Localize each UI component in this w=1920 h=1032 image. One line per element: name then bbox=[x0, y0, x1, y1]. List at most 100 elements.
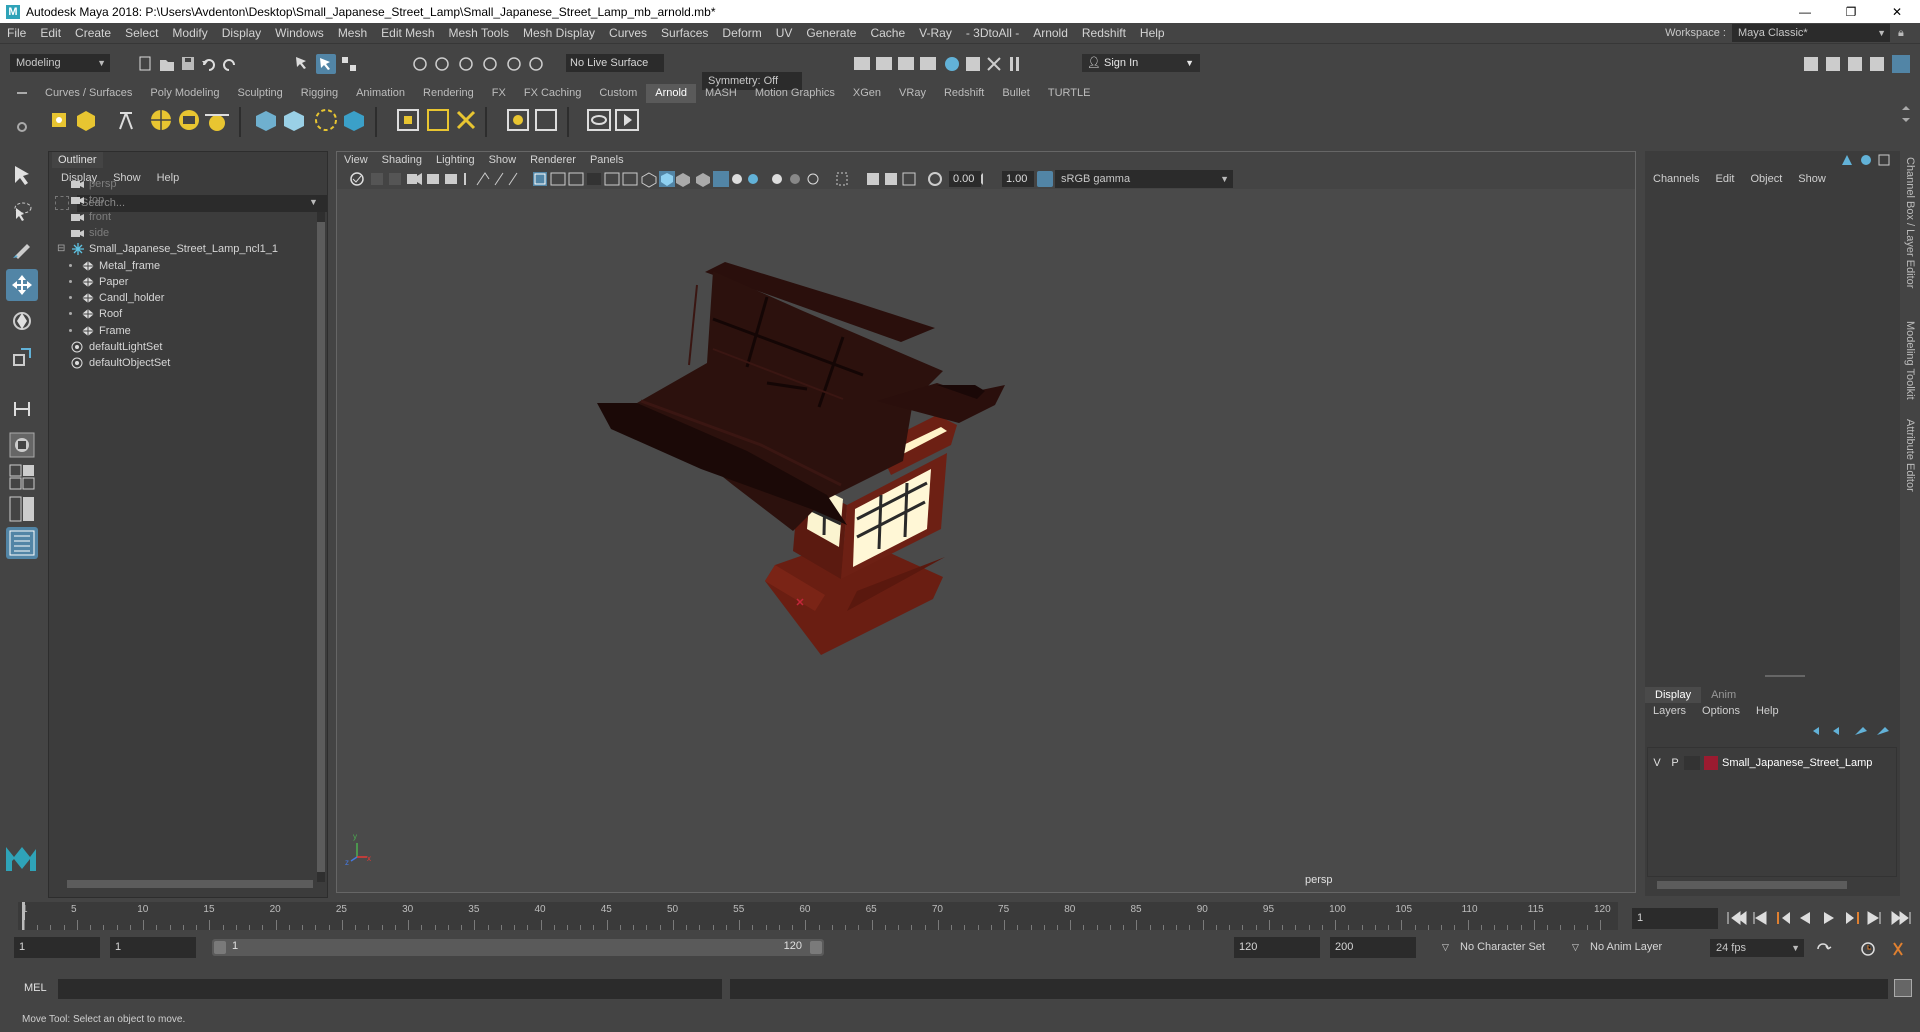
four-view-icon[interactable] bbox=[6, 461, 38, 493]
outliner-layout-icon[interactable] bbox=[6, 527, 38, 559]
paint-select-icon[interactable] bbox=[6, 233, 38, 265]
shelf-tab-custom[interactable]: Custom bbox=[590, 84, 646, 103]
arnold-shelf-icons[interactable] bbox=[30, 103, 790, 143]
layer-buttons-icons[interactable] bbox=[1809, 723, 1895, 739]
menu-mesh[interactable]: Mesh bbox=[331, 23, 374, 43]
shelf-tab-fx[interactable]: FX bbox=[483, 84, 515, 103]
outliner-search-input[interactable]: Search... bbox=[77, 195, 327, 212]
selection-mask-icons[interactable] bbox=[292, 53, 362, 75]
shelf-tab-redshift[interactable]: Redshift bbox=[935, 84, 993, 103]
outliner-vscroll[interactable] bbox=[317, 212, 325, 882]
gamma-field[interactable]: 1.00 bbox=[1002, 171, 1034, 187]
shelf-tab-bullet[interactable]: Bullet bbox=[993, 84, 1039, 103]
splitter-handle[interactable] bbox=[1765, 675, 1805, 677]
outliner-item-defaultlightset[interactable]: defaultLightSet bbox=[71, 339, 162, 355]
mode-dropdown[interactable]: Modeling ▼ bbox=[10, 54, 110, 72]
menu-modify[interactable]: Modify bbox=[165, 23, 214, 43]
playback-start-field[interactable]: 1 bbox=[110, 937, 196, 958]
shelf-tab-sculpting[interactable]: Sculpting bbox=[229, 84, 292, 103]
layer-menu-options[interactable]: Options bbox=[1694, 703, 1748, 719]
menu-display[interactable]: Display bbox=[215, 23, 268, 43]
layer-reference-toggle[interactable] bbox=[1684, 756, 1700, 770]
outliner-item-metal-frame[interactable]: Metal_frame bbox=[81, 258, 160, 274]
scene-end-field[interactable]: 200 bbox=[1330, 937, 1416, 958]
menu-edit[interactable]: Edit bbox=[33, 23, 68, 43]
shelf-tab-fx-caching[interactable]: FX Caching bbox=[515, 84, 590, 103]
script-editor-icon[interactable] bbox=[1894, 979, 1912, 997]
menu-select[interactable]: Select bbox=[118, 23, 165, 43]
layer-tab-anim[interactable]: Anim bbox=[1701, 687, 1746, 703]
menu-edit-mesh[interactable]: Edit Mesh bbox=[374, 23, 441, 43]
fps-dropdown[interactable]: 24 fps ▼ bbox=[1710, 939, 1804, 957]
menu-windows[interactable]: Windows bbox=[268, 23, 331, 43]
channel-box-toggle-icons[interactable] bbox=[1841, 153, 1897, 167]
layer-name[interactable]: Small_Japanese_Street_Lamp bbox=[1722, 757, 1872, 769]
layer-menu-layers[interactable]: Layers bbox=[1645, 703, 1694, 719]
shelf-tab-rendering[interactable]: Rendering bbox=[414, 84, 483, 103]
layer-playback-toggle[interactable]: P bbox=[1666, 757, 1684, 769]
menu-file[interactable]: File bbox=[0, 23, 33, 43]
viewport-menu-panels[interactable]: Panels bbox=[583, 152, 631, 169]
layer-visibility-toggle[interactable]: V bbox=[1648, 757, 1666, 769]
range-slider[interactable]: 1 120 bbox=[212, 939, 824, 956]
menu-surfaces[interactable]: Surfaces bbox=[654, 23, 715, 43]
lasso-tool-icon[interactable] bbox=[6, 195, 38, 227]
snap-together-icon[interactable] bbox=[6, 393, 38, 425]
layer-row[interactable]: V P Small_Japanese_Street_Lamp bbox=[1648, 754, 1896, 772]
live-surface-field[interactable]: No Live Surface bbox=[566, 54, 664, 72]
shelf-tab-xgen[interactable]: XGen bbox=[844, 84, 890, 103]
anim-layer-dropdown[interactable]: ▽ No Anim Layer bbox=[1570, 937, 1680, 958]
layer-color-swatch[interactable] bbox=[1704, 756, 1718, 770]
expand-dot-icon[interactable] bbox=[69, 296, 72, 300]
shelf-tab-poly-modeling[interactable]: Poly Modeling bbox=[141, 84, 228, 103]
playback-controls-icons[interactable] bbox=[1722, 906, 1918, 930]
select-tool-icon[interactable] bbox=[6, 159, 38, 191]
lock-icon[interactable]: 🔒︎ bbox=[1898, 27, 1914, 40]
exposure-field[interactable]: 0.00 bbox=[949, 171, 981, 187]
shelf-tab-curves-surfaces[interactable]: Curves / Surfaces bbox=[36, 84, 141, 103]
outliner-item-candl-holder[interactable]: Candl_holder bbox=[81, 290, 164, 306]
menu-3dtoall[interactable]: - 3DtoAll - bbox=[959, 23, 1026, 43]
playback-options-icons[interactable] bbox=[1812, 939, 1916, 959]
expand-dot-icon[interactable] bbox=[69, 279, 72, 283]
sign-in-button[interactable]: 👤︎ Sign In ▼ bbox=[1082, 54, 1200, 72]
snap-icons[interactable] bbox=[410, 53, 550, 75]
menu-redshift[interactable]: Redshift bbox=[1075, 23, 1133, 43]
outliner-item-side[interactable]: side bbox=[71, 225, 109, 241]
channelbox-menu-show[interactable]: Show bbox=[1790, 171, 1834, 187]
move-tool-icon[interactable] bbox=[6, 269, 38, 301]
workspace-dropdown[interactable]: Maya Classic* ▼ bbox=[1732, 24, 1890, 42]
menu-mesh-tools[interactable]: Mesh Tools bbox=[442, 23, 516, 43]
menu-uv[interactable]: UV bbox=[769, 23, 800, 43]
time-slider[interactable]: 1 5 10 15 20 25 30 35 40 45 50 55 60 65 70 75 80 85 90 95 10… bbox=[18, 902, 1618, 930]
layer-menu-help[interactable]: Help bbox=[1748, 703, 1787, 719]
shelf-tab-rigging[interactable]: Rigging bbox=[292, 84, 347, 103]
viewport-menu-show[interactable]: Show bbox=[482, 152, 524, 169]
current-frame-field[interactable]: 1 bbox=[1632, 908, 1718, 929]
channelbox-menu-object[interactable]: Object bbox=[1742, 171, 1790, 187]
menu-cache[interactable]: Cache bbox=[863, 23, 912, 43]
playback-end-field[interactable]: 120 bbox=[1234, 937, 1320, 958]
outliner-menu-help[interactable]: Help bbox=[149, 170, 188, 186]
viewport-toolbar-icons[interactable] bbox=[337, 169, 1037, 189]
tab-channel-box-layer-editor[interactable]: Channel Box / Layer Editor bbox=[1904, 157, 1916, 288]
collapse-toggle-icon[interactable]: ⊟ bbox=[57, 241, 65, 257]
scene-start-field[interactable]: 1 bbox=[14, 937, 100, 958]
outliner-item-roof[interactable]: Roof bbox=[81, 306, 122, 322]
menu-deform[interactable]: Deform bbox=[715, 23, 768, 43]
outliner-item-paper[interactable]: Paper bbox=[81, 274, 128, 290]
scene-lantern-model[interactable]: y x z bbox=[337, 189, 1635, 879]
tab-attribute-editor[interactable]: Attribute Editor bbox=[1904, 419, 1916, 492]
minimize-button[interactable]: — bbox=[1782, 0, 1828, 23]
shelf-tab-mash[interactable]: MASH bbox=[696, 84, 746, 103]
shelf-tab-motion-graphics[interactable]: Motion Graphics bbox=[746, 84, 844, 103]
outliner-hscroll[interactable] bbox=[67, 880, 313, 888]
range-slider-start-handle[interactable] bbox=[214, 941, 226, 954]
shelf-scroll-icon[interactable] bbox=[1898, 104, 1914, 136]
range-slider-end-handle[interactable] bbox=[810, 941, 822, 954]
outliner-item-persp[interactable]: persp bbox=[71, 176, 117, 192]
layer-hscroll[interactable] bbox=[1657, 881, 1847, 889]
viewport-menu-view[interactable]: View bbox=[337, 152, 375, 169]
shelf-tab-animation[interactable]: Animation bbox=[347, 84, 414, 103]
expand-dot-icon[interactable] bbox=[69, 328, 72, 332]
